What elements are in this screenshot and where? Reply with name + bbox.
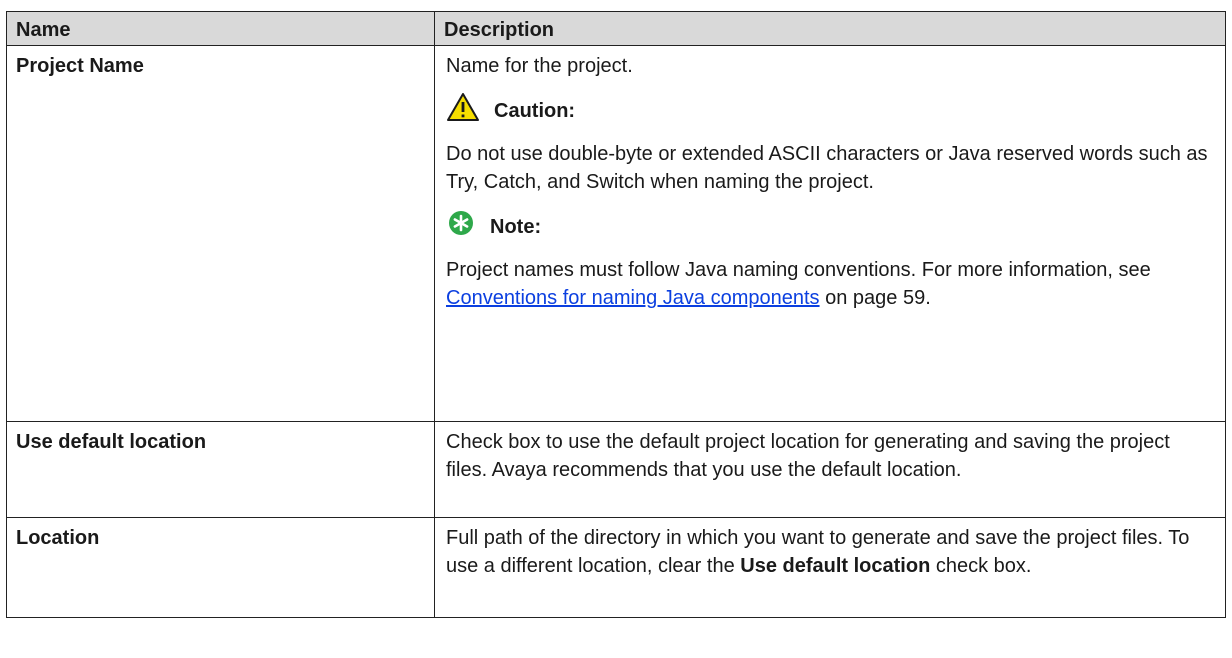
row-name-use-default-location: Use default location [6, 421, 435, 518]
row-description-location: Full path of the directory in which you … [434, 517, 1226, 618]
note-asterisk-icon [446, 208, 476, 246]
note-title: Note: [490, 216, 542, 238]
row-description-use-default-location: Check box to use the default project loc… [434, 421, 1226, 518]
table-row: Location Full path of the directory in w… [6, 517, 1226, 618]
note-text-suffix: on page 59. [825, 287, 931, 309]
description-text: Name for the project. [446, 55, 633, 77]
row-description-project-name: Name for the project. Caution: Do not us… [434, 45, 1226, 422]
location-desc-tail: check box. [935, 555, 1032, 577]
table-row: Use default location Check box to use th… [6, 421, 1226, 518]
row-name-location: Location [6, 517, 435, 618]
note-text-lead: Project names must follow Java naming co… [446, 259, 1151, 281]
row-name-project-name: Project Name [6, 45, 435, 422]
note-text: Project names must follow Java naming co… [446, 256, 1214, 312]
caution-text: Do not use double-byte or extended ASCII… [446, 143, 1208, 193]
caution-admonition: Caution: [446, 92, 1214, 130]
location-desc-bold: Use default location [740, 555, 931, 577]
column-header-description: Description [434, 11, 1226, 46]
table-header-row: Name Description [6, 11, 1226, 46]
caution-title: Caution: [494, 100, 576, 122]
column-header-name: Name [6, 11, 435, 46]
warning-triangle-icon [446, 92, 480, 130]
conventions-link[interactable]: Conventions for naming Java components [446, 287, 820, 309]
table-row: Project Name Name for the project. Cauti… [6, 45, 1226, 422]
parameter-table: Name Description Project Name Name for t… [6, 11, 1226, 618]
note-admonition: Note: [446, 210, 1214, 244]
